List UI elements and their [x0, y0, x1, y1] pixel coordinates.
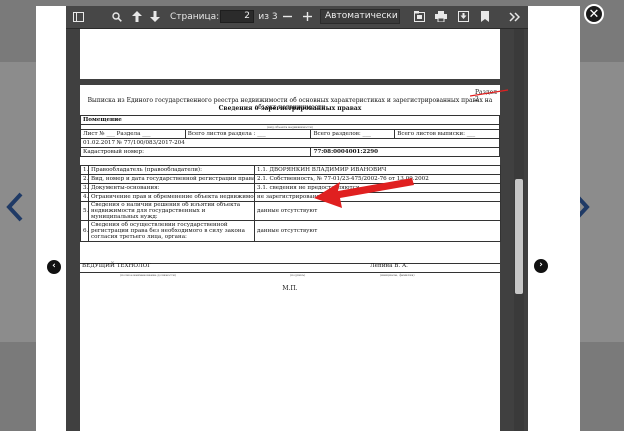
document-subtitle: Сведения о зарегистрированных правах — [218, 105, 362, 112]
minus-icon — [282, 15, 292, 18]
table-row: 5. Сведения о наличии решения об изъятии… — [80, 201, 501, 221]
download-button[interactable] — [456, 6, 470, 28]
signer-name: Лепина В. А. — [370, 263, 408, 269]
table-row: 4. Ограничение прав и обременение объект… — [80, 192, 501, 202]
viewer-prev-button[interactable]: ‹ — [46, 259, 62, 275]
print-icon — [435, 11, 447, 23]
pdf-page-2: Раздел 2 Выписка из Единого государствен… — [79, 85, 501, 431]
rights-table: 1. Правообладатель (правообладатели): 1.… — [80, 165, 501, 242]
signer-position: ВЕДУЩИЙ ТЕХНОЛОГ — [82, 263, 151, 269]
zoom-out-button[interactable] — [280, 6, 294, 28]
previous-page-button[interactable] — [130, 6, 144, 28]
sheets-in-section: Всего листов раздела : ___ — [184, 129, 312, 139]
pdf-page-1 — [80, 29, 500, 79]
table-row: 3. Документы-основания: 3.1. сведения не… — [80, 183, 501, 193]
object-type: Помещение — [80, 115, 500, 125]
chevron-right-icon: › — [539, 260, 543, 270]
page-label: Страница: — [170, 12, 220, 22]
zoom-select[interactable]: Автоматически — [320, 9, 400, 24]
gallery-prev-button[interactable] — [2, 190, 28, 226]
chevron-left-icon: ‹ — [52, 261, 56, 271]
bookmark-icon — [481, 11, 489, 22]
plus-icon — [302, 12, 312, 21]
sidebar-toggle-icon — [72, 11, 84, 22]
cadastral-label: Кадастровый номер: — [79, 147, 312, 157]
presentation-mode-button[interactable] — [412, 6, 426, 28]
chevron-left-icon — [6, 192, 23, 222]
print-button[interactable] — [434, 6, 448, 28]
object-table: Помещение (вид объекта недвижимости) Лис… — [79, 115, 500, 157]
sections-total: Всего разделов: ___ — [310, 129, 396, 139]
position-caption: (полное наименование должности) — [120, 273, 176, 277]
page-total: из 3 — [258, 12, 278, 22]
tools-button[interactable] — [506, 6, 522, 28]
stamp-place: М.П. — [282, 285, 298, 292]
close-icon: ✕ — [588, 7, 600, 22]
pdf-viewer: Страница: 2 из 3 Автоматически Раздел 2 — [66, 6, 528, 431]
signature-caption: (подпись) — [290, 273, 306, 277]
extract-date-number: 01.02.2017 № 77/100/083/2017-204 — [80, 138, 500, 148]
sidebar-toggle-button[interactable] — [70, 6, 86, 28]
document-scroll-area[interactable]: Раздел 2 Выписка из Единого государствен… — [66, 29, 528, 431]
sheet-number: Лист № ___ Раздела ___ — [80, 129, 186, 139]
tools-icon — [508, 11, 520, 22]
next-page-button[interactable] — [148, 6, 162, 28]
viewer-next-button[interactable]: › — [533, 258, 549, 274]
page-number-input[interactable]: 2 — [220, 10, 254, 23]
table-row: 2. Вид, номер и дата государственной рег… — [80, 174, 501, 184]
close-button[interactable]: ✕ — [584, 4, 604, 24]
sheets-total: Всего листов выписки: ___ — [394, 129, 500, 139]
cadastral-number: 77:08:0004001:2290 — [310, 147, 500, 157]
zoom-in-button[interactable] — [300, 6, 314, 28]
pdf-toolbar: Страница: 2 из 3 Автоматически — [66, 6, 528, 29]
presentation-icon — [413, 11, 425, 22]
search-icon — [112, 11, 122, 22]
bookmark-button[interactable] — [478, 6, 492, 28]
table-row: 6. Сведения об осуществлении государстве… — [80, 220, 501, 242]
scrollbar-thumb[interactable] — [515, 179, 523, 294]
arrow-down-icon — [150, 11, 160, 22]
initials-caption: (инициалы, фамилия) — [380, 273, 415, 277]
arrow-up-icon — [132, 11, 142, 22]
table-row: 1. Правообладатель (правообладатели): 1.… — [80, 165, 501, 175]
download-icon — [457, 11, 469, 22]
find-button[interactable] — [110, 6, 124, 28]
